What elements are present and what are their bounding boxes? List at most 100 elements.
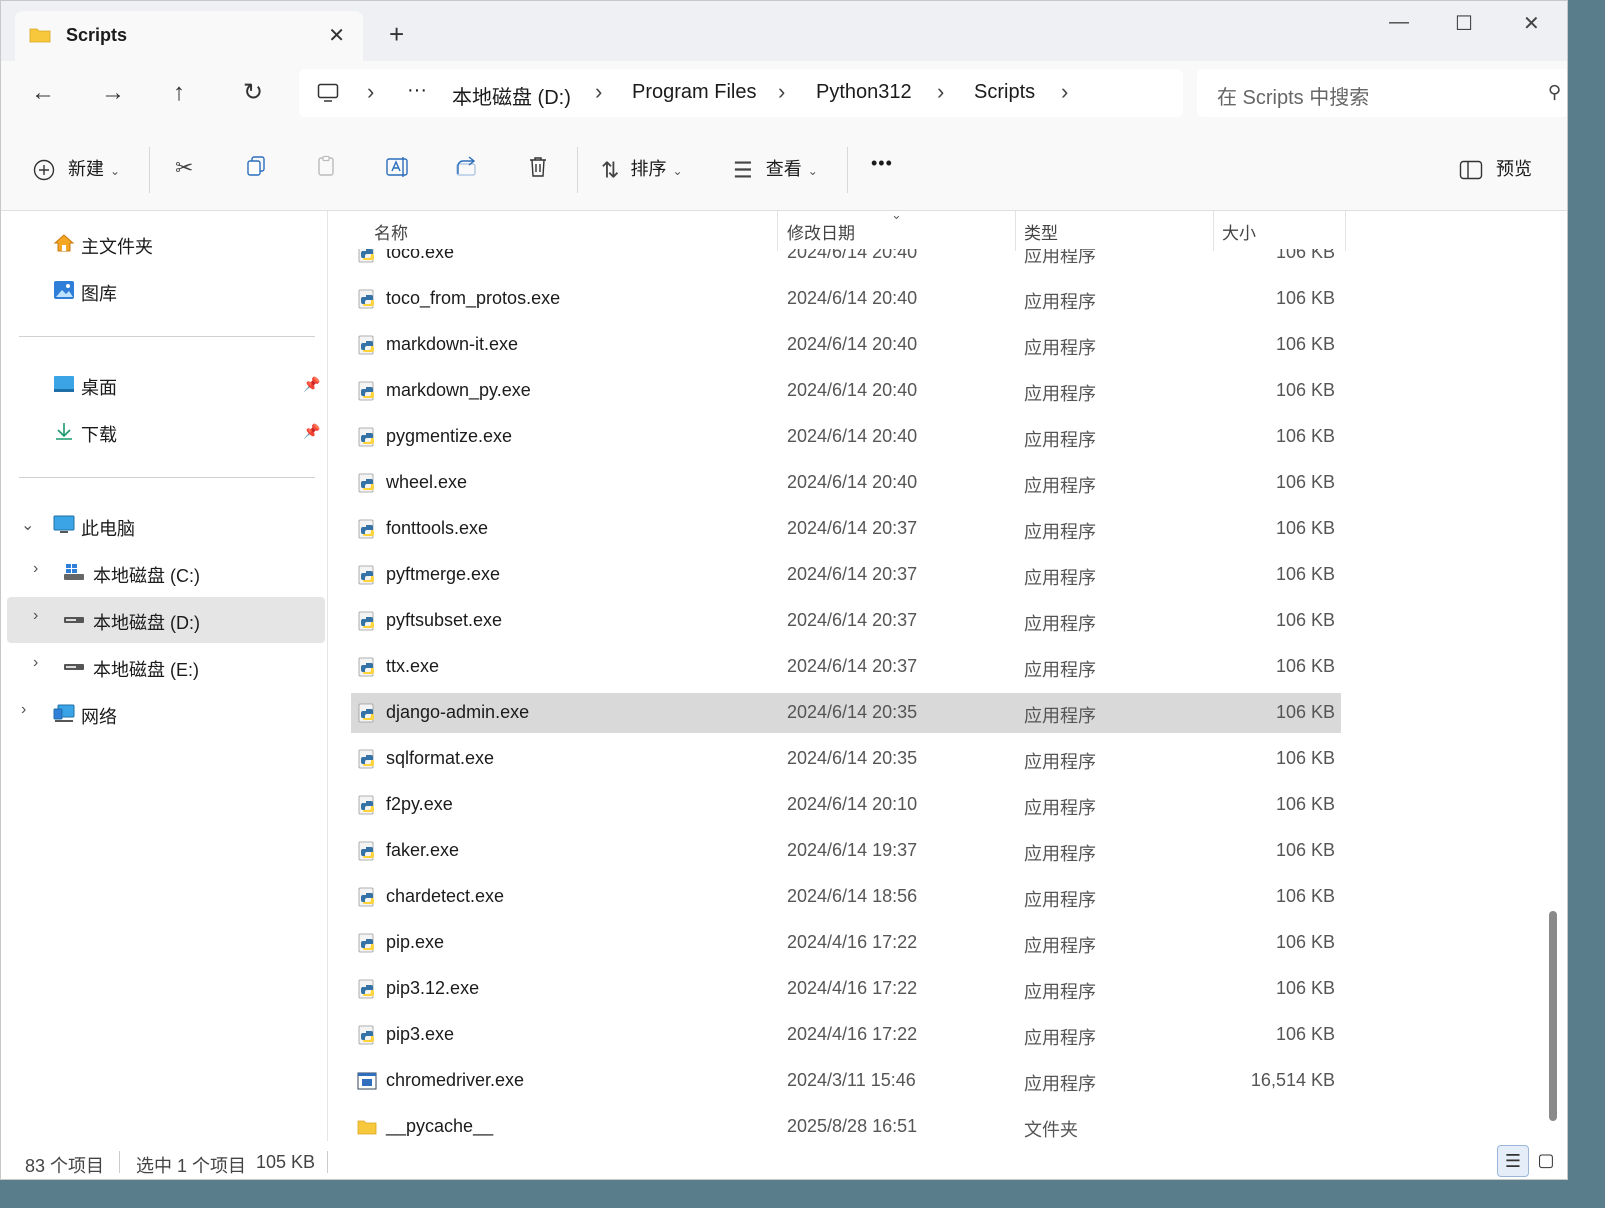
breadcrumb-program-files[interactable]: Program Files xyxy=(632,81,756,104)
status-divider xyxy=(119,1151,120,1173)
file-name: pip.exe xyxy=(386,932,445,952)
sidebar-item-gallery[interactable]: 图库 xyxy=(1,268,327,312)
selection-count: 选中 1 个项目 xyxy=(136,1156,247,1176)
column-divider[interactable] xyxy=(1213,211,1214,251)
search-placeholder[interactable]: 在 Scripts 中搜索 xyxy=(1217,81,1369,110)
pin-icon[interactable]: 📌 xyxy=(303,423,320,440)
back-button[interactable]: ← xyxy=(31,79,55,107)
breadcrumb-python312[interactable]: Python312 xyxy=(816,81,912,104)
sidebar-item-downloads[interactable]: 下载 📌 xyxy=(1,409,327,453)
column-divider[interactable] xyxy=(1015,211,1016,251)
breadcrumb-separator[interactable]: › xyxy=(778,79,785,105)
file-size: 106 KB xyxy=(1275,1024,1335,1044)
cut-button[interactable]: ✂ xyxy=(175,155,193,181)
sidebar-item-network[interactable]: › 网络 xyxy=(1,691,327,735)
column-divider[interactable] xyxy=(777,211,778,251)
selection-size: 105 KB xyxy=(256,1152,316,1172)
up-button[interactable]: ↑ xyxy=(173,79,185,107)
tab-scripts[interactable]: Scripts ✕ xyxy=(15,11,363,61)
file-name: markdown-it.exe xyxy=(386,334,519,354)
file-row[interactable]: pip3.exe 2024/4/16 17:22 应用程序 106 KB xyxy=(351,1015,1341,1055)
copy-button[interactable] xyxy=(245,155,267,182)
file-row[interactable]: fonttools.exe 2024/6/14 20:37 应用程序 106 KB xyxy=(351,509,1341,549)
file-row[interactable]: chardetect.exe 2024/6/14 18:56 应用程序 106 KB xyxy=(351,877,1341,917)
rename-button[interactable] xyxy=(385,155,411,184)
new-button[interactable]: 新建 ⌄ xyxy=(33,155,120,181)
python-exe-icon xyxy=(358,703,375,723)
chevron-down-icon[interactable]: ⌄ xyxy=(21,515,34,535)
file-row[interactable]: markdown-it.exe 2024/6/14 20:40 应用程序 106 KB xyxy=(351,325,1341,365)
file-size: 106 KB xyxy=(1275,518,1335,538)
file-size: 106 KB xyxy=(1275,656,1335,676)
sidebar-item-drive-c[interactable]: › 本地磁盘 (C:) xyxy=(1,550,327,594)
large-icons-view-icon[interactable]: ▢ xyxy=(1531,1145,1561,1175)
sidebar-item-drive-e[interactable]: › 本地磁盘 (E:) xyxy=(1,644,327,688)
column-divider[interactable] xyxy=(1345,211,1346,251)
share-button[interactable] xyxy=(455,155,479,182)
sidebar-item-label: 图库 xyxy=(81,284,117,304)
maximize-button[interactable]: ☐ xyxy=(1455,11,1473,36)
file-row[interactable]: django-admin.exe 2024/6/14 20:35 应用程序 106 K… xyxy=(351,693,1341,733)
more-options-button[interactable]: ••• xyxy=(871,153,893,174)
title-bar: Scripts ✕ + — ☐ ✕ xyxy=(1,1,1567,61)
file-date: 2024/6/14 20:37 xyxy=(787,518,918,538)
sidebar-item-desktop[interactable]: 桌面 📌 xyxy=(1,362,327,406)
close-tab-icon[interactable]: ✕ xyxy=(328,23,345,48)
column-header-name[interactable]: 名称 xyxy=(374,219,408,244)
scrollbar-thumb[interactable] xyxy=(1549,911,1557,1121)
refresh-button[interactable]: ↻ xyxy=(243,79,263,107)
file-row[interactable]: sqlformat.exe 2024/6/14 20:35 应用程序 106 KB xyxy=(351,739,1341,779)
column-header-size[interactable]: 大小 xyxy=(1222,219,1256,244)
breadcrumb-separator[interactable]: › xyxy=(367,79,374,105)
file-row[interactable]: wheel.exe 2024/6/14 20:40 应用程序 106 KB xyxy=(351,463,1341,503)
file-row[interactable]: pip3.12.exe 2024/4/16 17:22 应用程序 106 KB xyxy=(351,969,1341,1009)
monitor-icon[interactable] xyxy=(317,83,339,103)
chevron-right-icon[interactable]: › xyxy=(33,560,38,578)
column-header-date[interactable]: 修改日期 xyxy=(787,219,855,244)
pin-icon[interactable]: 📌 xyxy=(303,376,320,393)
file-row[interactable]: toco_from_protos.exe 2024/6/14 20:40 应用程序 1… xyxy=(351,279,1341,319)
view-button[interactable]: ☰ 查看 ⌄ xyxy=(733,155,818,183)
file-row[interactable]: faker.exe 2024/6/14 19:37 应用程序 106 KB xyxy=(351,831,1341,871)
breadcrumb-scripts[interactable]: Scripts xyxy=(974,81,1035,104)
paste-button[interactable] xyxy=(315,155,337,182)
file-row[interactable]: chromedriver.exe 2024/3/11 15:46 应用程序 16,51… xyxy=(351,1061,1341,1101)
chevron-right-icon[interactable]: › xyxy=(33,654,38,672)
details-view-icon[interactable]: ☰ xyxy=(1497,1145,1529,1177)
chevron-right-icon[interactable]: › xyxy=(33,607,38,625)
file-row[interactable]: pyftmerge.exe 2024/6/14 20:37 应用程序 106 KB xyxy=(351,555,1341,595)
breadcrumb-separator[interactable]: › xyxy=(937,79,944,105)
sidebar-item-drive-d[interactable]: › 本地磁盘 (D:) xyxy=(7,597,325,643)
file-row[interactable]: pygmentize.exe 2024/6/14 20:40 应用程序 106 KB xyxy=(351,417,1341,457)
desktop-icon xyxy=(54,376,74,392)
chevron-right-icon[interactable]: › xyxy=(21,701,26,719)
file-row[interactable]: pyftsubset.exe 2024/6/14 20:37 应用程序 106 KB xyxy=(351,601,1341,641)
sidebar-item-home[interactable]: 主文件夹 xyxy=(1,221,327,265)
sort-button[interactable]: ⇅ 排序 ⌄ xyxy=(601,155,683,183)
address-bar[interactable]: › ··· 本地磁盘 (D:) › Program Files › Python… xyxy=(299,69,1183,117)
breadcrumb-separator[interactable]: › xyxy=(1061,79,1068,105)
file-row[interactable]: pip.exe 2024/4/16 17:22 应用程序 106 KB xyxy=(351,923,1341,963)
search-icon[interactable]: ⚲ xyxy=(1548,82,1561,103)
minimize-button[interactable]: — xyxy=(1389,11,1409,34)
close-window-button[interactable]: ✕ xyxy=(1523,11,1540,36)
column-header-type[interactable]: 类型 xyxy=(1024,219,1058,244)
file-row[interactable]: markdown_py.exe 2024/6/14 20:40 应用程序 106 KB xyxy=(351,371,1341,411)
file-name: pyftsubset.exe xyxy=(386,610,503,630)
file-row[interactable]: __pycache__ 2025/8/28 16:51 文件夹 xyxy=(351,1107,1341,1141)
forward-button[interactable]: → xyxy=(101,79,125,107)
file-row[interactable]: ttx.exe 2024/6/14 20:37 应用程序 106 KB xyxy=(351,647,1341,687)
breadcrumb-more[interactable]: ··· xyxy=(407,79,427,102)
delete-button[interactable] xyxy=(527,155,549,184)
breadcrumb-separator[interactable]: › xyxy=(595,79,602,105)
preview-pane-button[interactable]: 预览 xyxy=(1459,155,1532,181)
file-list: toco.exe 2024/6/14 20:40 应用程序 106 KB toco_fr… xyxy=(331,211,1551,1141)
vertical-scrollbar[interactable] xyxy=(1547,211,1559,1141)
file-row[interactable]: f2py.exe 2024/6/14 20:10 应用程序 106 KB xyxy=(351,785,1341,825)
file-name: fonttools.exe xyxy=(386,518,489,538)
sidebar-item-this-pc[interactable]: ⌄ 此电脑 xyxy=(1,503,327,547)
breadcrumb-drive-d[interactable]: 本地磁盘 (D:) xyxy=(452,81,571,110)
search-box[interactable]: 在 Scripts 中搜索 ⚲ xyxy=(1197,69,1567,117)
file-name: pygmentize.exe xyxy=(386,426,513,446)
new-tab-button[interactable]: + xyxy=(389,21,404,47)
